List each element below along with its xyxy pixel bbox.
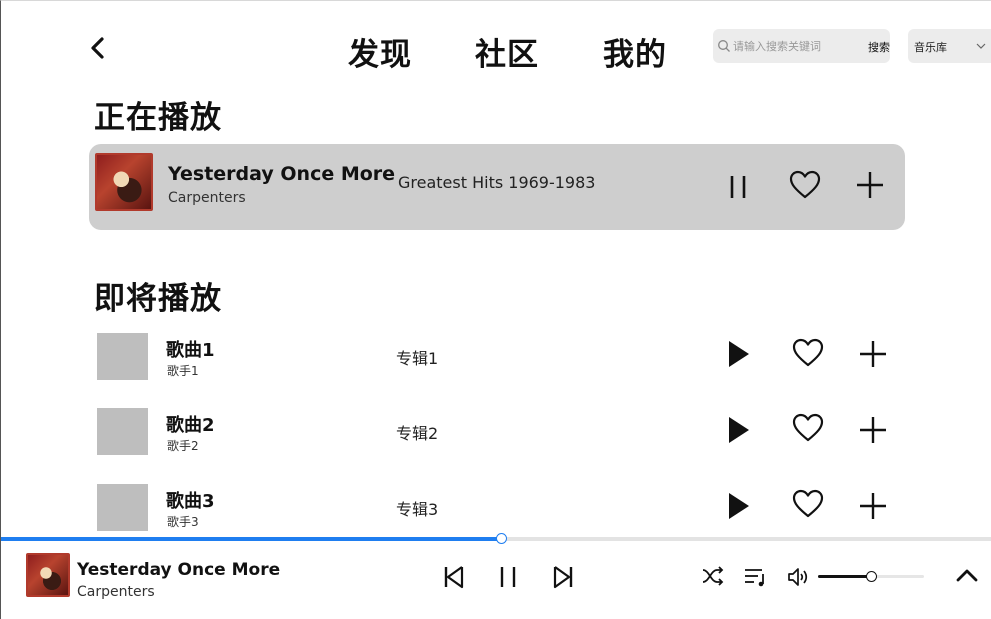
song-thumbnail bbox=[97, 484, 148, 531]
up-next-heading: 即将播放 bbox=[94, 281, 222, 317]
song-title: 歌曲3 bbox=[166, 491, 215, 512]
volume-slider[interactable] bbox=[818, 571, 924, 582]
player-bar: Yesterday Once More Carpenters bbox=[1, 541, 991, 619]
volume-knob[interactable] bbox=[866, 571, 877, 582]
heart-icon[interactable] bbox=[792, 413, 824, 443]
chevron-up-icon[interactable] bbox=[955, 565, 979, 585]
playback-progress-fill bbox=[1, 537, 502, 541]
pause-icon[interactable] bbox=[727, 172, 751, 202]
heart-icon[interactable] bbox=[789, 170, 821, 200]
search-input[interactable] bbox=[733, 37, 853, 55]
play-icon[interactable] bbox=[727, 491, 751, 521]
player-track-artist: Carpenters bbox=[77, 584, 155, 600]
now-playing-card[interactable]: Yesterday Once More Carpenters Greatest … bbox=[89, 144, 905, 230]
now-playing-artist: Carpenters bbox=[168, 190, 246, 206]
volume-level bbox=[818, 575, 871, 578]
tab-discover[interactable]: 发现 bbox=[348, 29, 412, 74]
song-artist: 歌手3 bbox=[167, 515, 199, 529]
search-button[interactable]: 搜索 bbox=[868, 39, 890, 55]
playlist-icon[interactable] bbox=[744, 566, 768, 588]
previous-icon[interactable] bbox=[442, 564, 466, 590]
add-icon[interactable] bbox=[858, 339, 888, 369]
heart-icon[interactable] bbox=[792, 338, 824, 368]
playback-progress-bar[interactable] bbox=[1, 533, 991, 544]
song-album: 专辑2 bbox=[396, 424, 439, 443]
list-item[interactable]: 歌曲3 歌手3 专辑3 bbox=[97, 484, 897, 532]
song-title: 歌曲1 bbox=[166, 340, 215, 361]
song-album: 专辑1 bbox=[396, 349, 439, 368]
song-title: 歌曲2 bbox=[166, 415, 215, 436]
heart-icon[interactable] bbox=[792, 489, 824, 519]
song-thumbnail bbox=[97, 408, 148, 455]
next-icon[interactable] bbox=[551, 564, 575, 590]
player-track-title: Yesterday Once More bbox=[77, 560, 281, 580]
play-icon[interactable] bbox=[727, 415, 751, 445]
volume-icon[interactable] bbox=[787, 566, 811, 588]
add-icon[interactable] bbox=[858, 491, 888, 521]
source-select[interactable]: 音乐库 bbox=[908, 29, 991, 63]
list-item[interactable]: 歌曲1 歌手1 专辑1 bbox=[97, 333, 897, 381]
song-artist: 歌手2 bbox=[167, 439, 199, 453]
play-icon[interactable] bbox=[727, 339, 751, 369]
back-arrow-icon[interactable] bbox=[87, 35, 109, 61]
chevron-down-icon bbox=[976, 43, 986, 49]
add-icon[interactable] bbox=[855, 170, 885, 200]
tab-mine[interactable]: 我的 bbox=[603, 29, 667, 74]
add-icon[interactable] bbox=[858, 415, 888, 445]
song-thumbnail bbox=[97, 333, 148, 380]
song-artist: 歌手1 bbox=[167, 364, 199, 378]
app-window: 发现 社区 我的 搜索 音乐库 正在播放 Yesterday Once More… bbox=[0, 0, 991, 619]
now-playing-title: Yesterday Once More bbox=[168, 163, 396, 185]
pause-icon[interactable] bbox=[497, 564, 521, 590]
player-album-cover[interactable] bbox=[26, 553, 70, 597]
search-icon bbox=[718, 40, 730, 52]
now-playing-album: Greatest Hits 1969-1983 bbox=[398, 173, 596, 192]
album-cover bbox=[95, 153, 153, 211]
list-item[interactable]: 歌曲2 歌手2 专辑2 bbox=[97, 408, 897, 456]
shuffle-icon[interactable] bbox=[702, 566, 724, 586]
tab-community[interactable]: 社区 bbox=[475, 29, 539, 74]
search-box: 搜索 bbox=[713, 29, 890, 63]
source-select-value: 音乐库 bbox=[914, 41, 947, 54]
song-album: 专辑3 bbox=[396, 500, 439, 519]
now-playing-heading: 正在播放 bbox=[94, 100, 222, 136]
